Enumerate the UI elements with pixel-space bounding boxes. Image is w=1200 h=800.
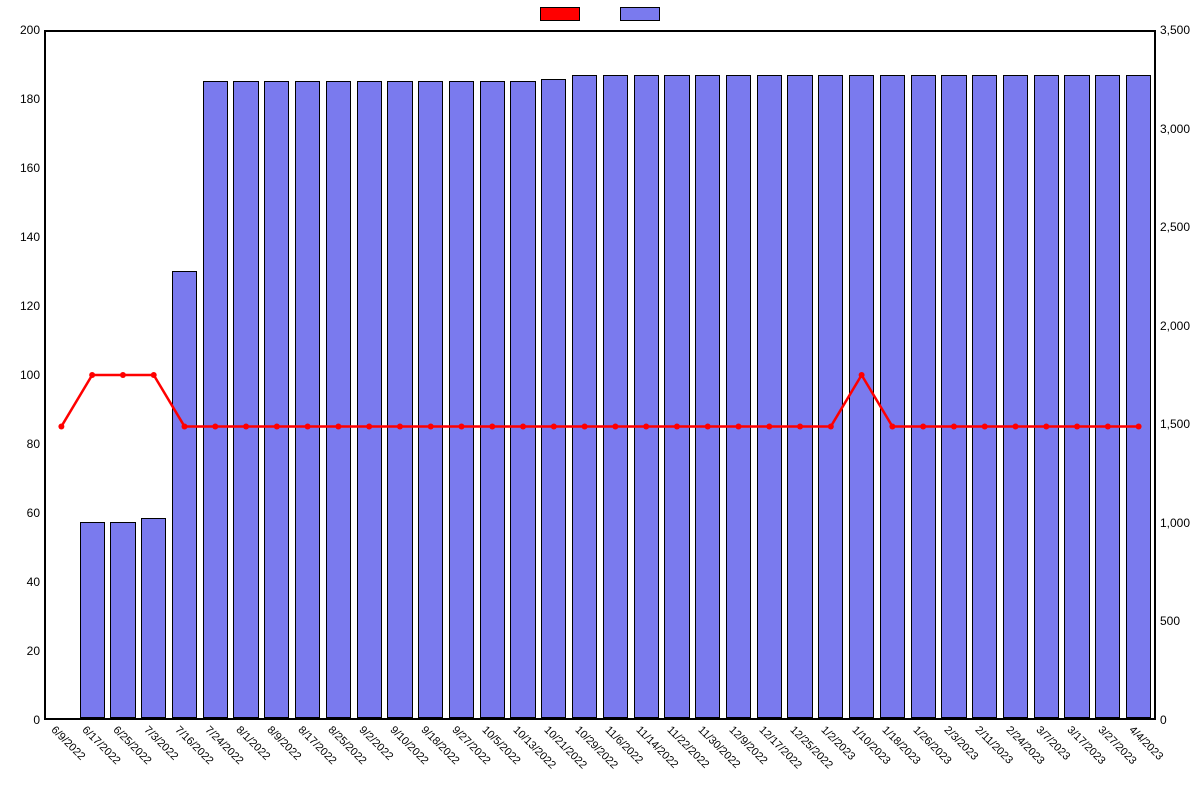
dual-axis-chart: 0 20 40 60 80 100 120 140 160 180 200 0 500 1,000 1,5… (0, 0, 1200, 800)
line-layer (46, 32, 1154, 718)
line-point (428, 423, 434, 429)
line-point (643, 423, 649, 429)
y-right-tick: 500 (1160, 614, 1200, 628)
line-point (120, 372, 126, 378)
line-point (766, 423, 772, 429)
y-right-tick: 3,000 (1160, 122, 1200, 136)
line-point (951, 423, 957, 429)
line-point (612, 423, 618, 429)
y-left-tick: 140 (0, 230, 40, 244)
y-left-tick: 100 (0, 368, 40, 382)
y-right-tick: 2,500 (1160, 220, 1200, 234)
y-left-tick: 60 (0, 506, 40, 520)
line-point (1136, 423, 1142, 429)
legend-swatch-bar (620, 7, 660, 21)
y-left-tick: 120 (0, 299, 40, 313)
y-right-tick: 3,500 (1160, 23, 1200, 37)
line-point (366, 423, 372, 429)
line-point (274, 423, 280, 429)
line-point (1105, 423, 1111, 429)
line-point (243, 423, 249, 429)
line-point (335, 423, 341, 429)
line-point (305, 423, 311, 429)
line-point (1074, 423, 1080, 429)
y-left-tick: 20 (0, 644, 40, 658)
line-point (58, 423, 64, 429)
y-left-tick: 0 (0, 713, 40, 727)
line-point (551, 423, 557, 429)
line-point (920, 423, 926, 429)
line-point (674, 423, 680, 429)
line-series (61, 375, 1138, 426)
plot-area (44, 30, 1156, 720)
line-point (397, 423, 403, 429)
y-right-tick: 0 (1160, 713, 1200, 727)
line-point (982, 423, 988, 429)
line-point (182, 423, 188, 429)
y-left-tick: 180 (0, 92, 40, 106)
y-right-tick: 1,000 (1160, 516, 1200, 530)
line-point (1043, 423, 1049, 429)
line-point (151, 372, 157, 378)
y-left-tick: 40 (0, 575, 40, 589)
line-point (582, 423, 588, 429)
line-point (489, 423, 495, 429)
y-left-tick: 80 (0, 437, 40, 451)
line-point (828, 423, 834, 429)
y-right-tick: 2,000 (1160, 319, 1200, 333)
y-left-tick: 200 (0, 23, 40, 37)
line-point (212, 423, 218, 429)
line-point (520, 423, 526, 429)
legend-swatch-line (540, 7, 580, 21)
line-point (859, 372, 865, 378)
line-point (705, 423, 711, 429)
line-point (889, 423, 895, 429)
line-point (1013, 423, 1019, 429)
y-right-tick: 1,500 (1160, 417, 1200, 431)
line-point (89, 372, 95, 378)
legend (0, 6, 1200, 21)
line-point (797, 423, 803, 429)
line-point (736, 423, 742, 429)
y-left-tick: 160 (0, 161, 40, 175)
line-point (459, 423, 465, 429)
